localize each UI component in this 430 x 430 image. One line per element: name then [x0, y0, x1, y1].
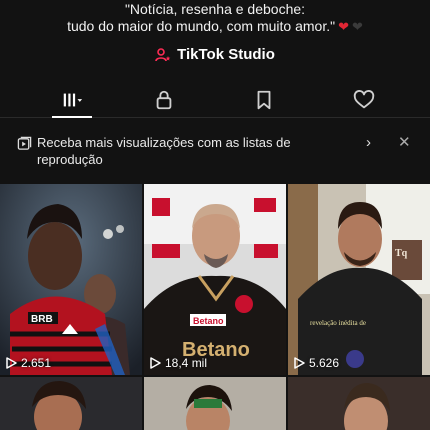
- play-icon: [150, 357, 161, 369]
- video-thumbnail[interactable]: [288, 377, 430, 430]
- view-count: 2.651: [6, 356, 51, 370]
- tab-videos[interactable]: [42, 82, 102, 118]
- black-heart-emoji: ❤: [352, 19, 363, 34]
- tiktok-studio-link[interactable]: TikTok Studio: [0, 46, 430, 63]
- video-thumbnail[interactable]: Tq revelação inédita de 5.626: [288, 184, 430, 375]
- video-4-image: [0, 377, 142, 430]
- video-thumbnail[interactable]: [144, 377, 286, 430]
- video-1-image: BRB: [0, 184, 142, 375]
- video-6-image: [288, 377, 430, 430]
- tab-private[interactable]: [134, 82, 194, 118]
- view-count: 18,4 mil: [150, 356, 207, 370]
- studio-label: TikTok Studio: [177, 46, 275, 63]
- video-5-image: [144, 377, 286, 430]
- play-icon: [6, 357, 17, 369]
- video-2-image: Betano Betano: [144, 184, 286, 375]
- video-3-image: Tq revelação inédita de: [288, 184, 430, 375]
- view-count-text: 2.651: [21, 356, 52, 370]
- view-count-text: 5.626: [309, 356, 340, 370]
- tab-liked[interactable]: [334, 82, 394, 118]
- decor-sign-icon: Tq: [395, 248, 408, 259]
- bio-line-2: tudo do maior do mundo, com muito amor."…: [0, 17, 430, 36]
- heart-icon: [353, 90, 375, 109]
- grid-icon: [63, 93, 83, 107]
- bio-line-1: "Notícia, resenha e deboche:: [124, 1, 306, 17]
- chevron-right-icon[interactable]: ›: [366, 134, 371, 151]
- tab-saved[interactable]: [234, 82, 294, 118]
- studio-person-icon: [155, 47, 171, 61]
- view-count-text: 18,4 mil: [165, 356, 208, 370]
- video-1-badge: BRB: [31, 314, 53, 325]
- playlist-banner[interactable]: Receba mais visualizações com as listas …: [0, 132, 430, 174]
- video-3-caption: revelação inédita de: [310, 319, 366, 327]
- lock-icon: [156, 90, 172, 110]
- view-count: 5.626: [294, 356, 339, 370]
- banner-text: Receba mais visualizações com as listas …: [37, 135, 291, 167]
- red-heart-emoji: ❤: [338, 19, 349, 34]
- active-tab-indicator: [52, 116, 92, 118]
- play-icon: [294, 357, 305, 369]
- bookmark-icon: [257, 90, 271, 110]
- video-thumbnail[interactable]: BRB 2.651: [0, 184, 142, 375]
- playlist-icon: [17, 136, 32, 150]
- video-thumbnail[interactable]: [0, 377, 142, 430]
- video-thumbnail[interactable]: Betano Betano 18,4 mil: [144, 184, 286, 375]
- video-2-badge: Betano: [193, 316, 224, 326]
- close-icon[interactable]: ✕: [398, 133, 411, 151]
- bio-line-2-text: tudo do maior do mundo, com muito amor.": [67, 18, 336, 34]
- profile-tabs: [0, 82, 430, 118]
